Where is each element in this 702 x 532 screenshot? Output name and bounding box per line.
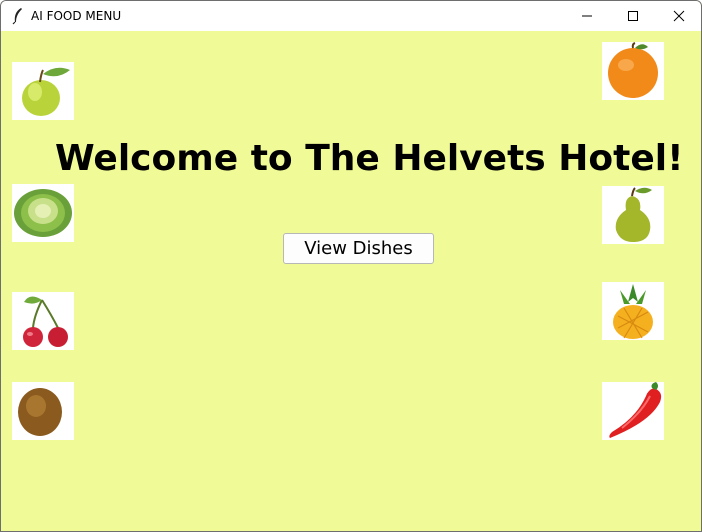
view-dishes-button[interactable]: View Dishes [283,233,434,264]
window-title: AI FOOD MENU [31,9,122,23]
main-content: Welcome to The Helvets Hotel! View Dishe… [1,31,701,531]
welcome-heading: Welcome to The Helvets Hotel! [55,138,684,179]
app-window: AI FOOD MENU Welcome to The Helvets Hote… [0,0,702,532]
maximize-button[interactable] [610,1,656,31]
pear-image [602,186,664,244]
kiwi-image [12,382,74,440]
feather-icon [12,8,22,25]
orange-image [602,42,664,100]
maximize-icon [628,11,638,21]
close-icon [673,10,685,22]
cabbage-image [12,184,74,242]
minimize-icon [582,15,592,17]
chili-pepper-image [602,382,664,440]
close-button[interactable] [656,1,701,31]
cherries-image [12,292,74,350]
pineapple-image [602,282,664,340]
minimize-button[interactable] [564,1,610,31]
title-bar: AI FOOD MENU [1,1,701,31]
apple-image [12,62,74,120]
